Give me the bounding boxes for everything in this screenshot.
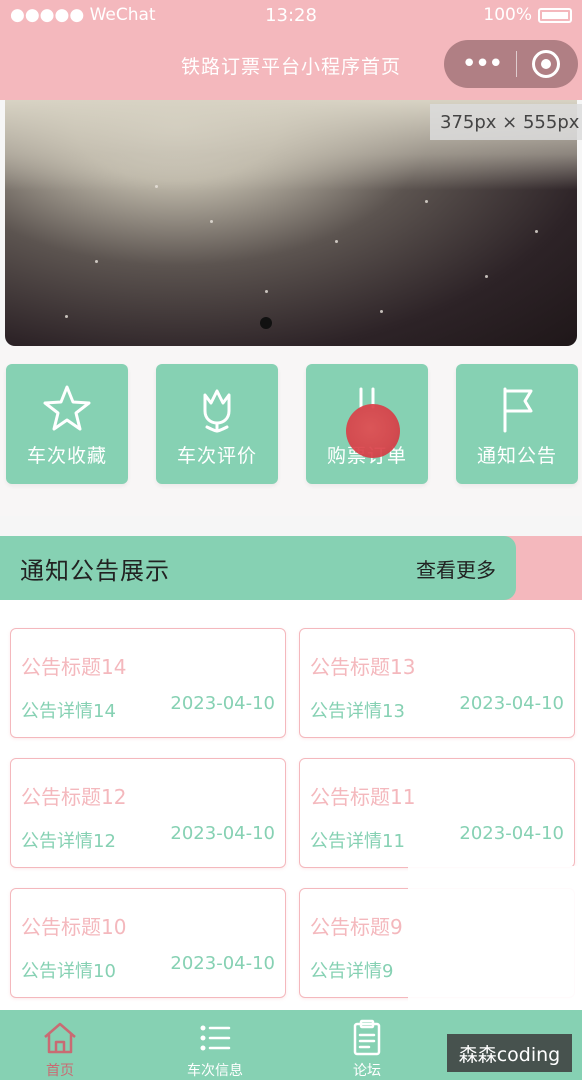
notice-card-title: 公告标题9 (310, 915, 403, 939)
watermark: 森森coding (447, 1034, 572, 1072)
menu-tile-label: 通知公告 (476, 444, 557, 467)
miniprogram-capsule: ••• (444, 40, 578, 88)
capsule-divider (516, 51, 518, 77)
notice-header-bar: 通知公告展示 查看更多 (0, 536, 516, 600)
notice-card[interactable]: 公告标题13 公告详情13 2023-04-10 (299, 628, 575, 738)
raindrop (335, 240, 338, 243)
notice-card-title: 公告标题13 (310, 655, 416, 679)
carrier-label: ●●●●● WeChat (10, 5, 156, 25)
view-more-link[interactable]: 查看更多 (416, 554, 496, 583)
tab-forum[interactable]: 论坛 (307, 1018, 427, 1080)
carousel-indicator[interactable] (260, 317, 272, 329)
notice-card-date: 2023-04-10 (459, 823, 564, 844)
notice-card-title: 公告标题10 (21, 915, 127, 939)
notice-card-detail: 公告详情10 (21, 961, 116, 982)
close-target-icon[interactable] (532, 50, 561, 78)
status-bar: ●●●●● WeChat 13:28 100% (0, 0, 582, 30)
notice-header: 通知公告展示 查看更多 (0, 536, 582, 600)
notice-card-detail: 公告详情13 (310, 701, 405, 722)
tulip-icon (203, 389, 231, 433)
raindrop (425, 200, 428, 203)
tab-home[interactable]: 首页 (0, 1018, 120, 1080)
notice-card[interactable]: 公告标题14 公告详情14 2023-04-10 (10, 628, 286, 738)
raindrop (210, 220, 213, 223)
menu-tile-reviews[interactable]: 车次评价 (156, 364, 278, 484)
notice-section-title: 通知公告展示 (20, 556, 170, 585)
white-overlay (408, 866, 582, 1016)
nav-bar: 铁路订票平台小程序首页 ••• (0, 30, 582, 100)
raindrop (65, 315, 68, 318)
raindrop (380, 310, 383, 313)
raindrop (535, 230, 538, 233)
menu-tile-label: 车次评价 (176, 444, 257, 467)
more-dots-icon[interactable]: ••• (461, 49, 503, 79)
touch-indicator (346, 404, 400, 458)
tab-label: 首页 (46, 1063, 74, 1079)
tab-label: 车次信息 (187, 1063, 243, 1079)
notice-card[interactable]: 公告标题12 公告详情12 2023-04-10 (10, 758, 286, 868)
raindrop (95, 260, 98, 263)
raindrop (485, 275, 488, 278)
tab-train-info[interactable]: 车次信息 (155, 1018, 275, 1080)
menu-tile-favorites[interactable]: 车次收藏 (6, 364, 128, 484)
notice-card-title: 公告标题14 (21, 655, 127, 679)
notice-card[interactable]: 公告标题11 公告详情11 2023-04-10 (299, 758, 575, 868)
raindrop (265, 290, 268, 293)
notice-card-title: 公告标题12 (21, 785, 127, 809)
size-badge: 375px × 555px (430, 104, 582, 140)
tab-label: 论坛 (353, 1063, 381, 1079)
status-time: 13:28 (265, 4, 317, 26)
notice-card-detail: 公告详情14 (21, 701, 116, 722)
notice-card-date: 2023-04-10 (459, 693, 564, 714)
raindrop (155, 185, 158, 188)
page-title: 铁路订票平台小程序首页 (180, 55, 401, 78)
notice-card[interactable]: 公告标题10 公告详情10 2023-04-10 (10, 888, 286, 998)
menu-tile-label: 车次收藏 (26, 444, 107, 467)
star-icon (43, 385, 91, 430)
notice-card-date: 2023-04-10 (170, 823, 275, 844)
menu-tile-notices[interactable]: 通知公告 (456, 364, 578, 484)
notice-card-detail: 公告详情9 (310, 961, 394, 982)
battery-icon (538, 7, 572, 23)
battery-percent: 100% (483, 5, 532, 25)
clipboard-icon (353, 1019, 381, 1056)
list-icon (200, 1025, 231, 1051)
notice-card-detail: 公告详情12 (21, 831, 116, 852)
home-icon (44, 1022, 76, 1054)
notice-card-date: 2023-04-10 (170, 953, 275, 974)
notice-card-title: 公告标题11 (310, 785, 416, 809)
notice-card-detail: 公告详情11 (310, 831, 405, 852)
notice-card-date: 2023-04-10 (170, 693, 275, 714)
flag-icon (503, 387, 533, 432)
menu-section: 车次收藏 车次评价 购票订单 通知公告 (0, 346, 582, 516)
